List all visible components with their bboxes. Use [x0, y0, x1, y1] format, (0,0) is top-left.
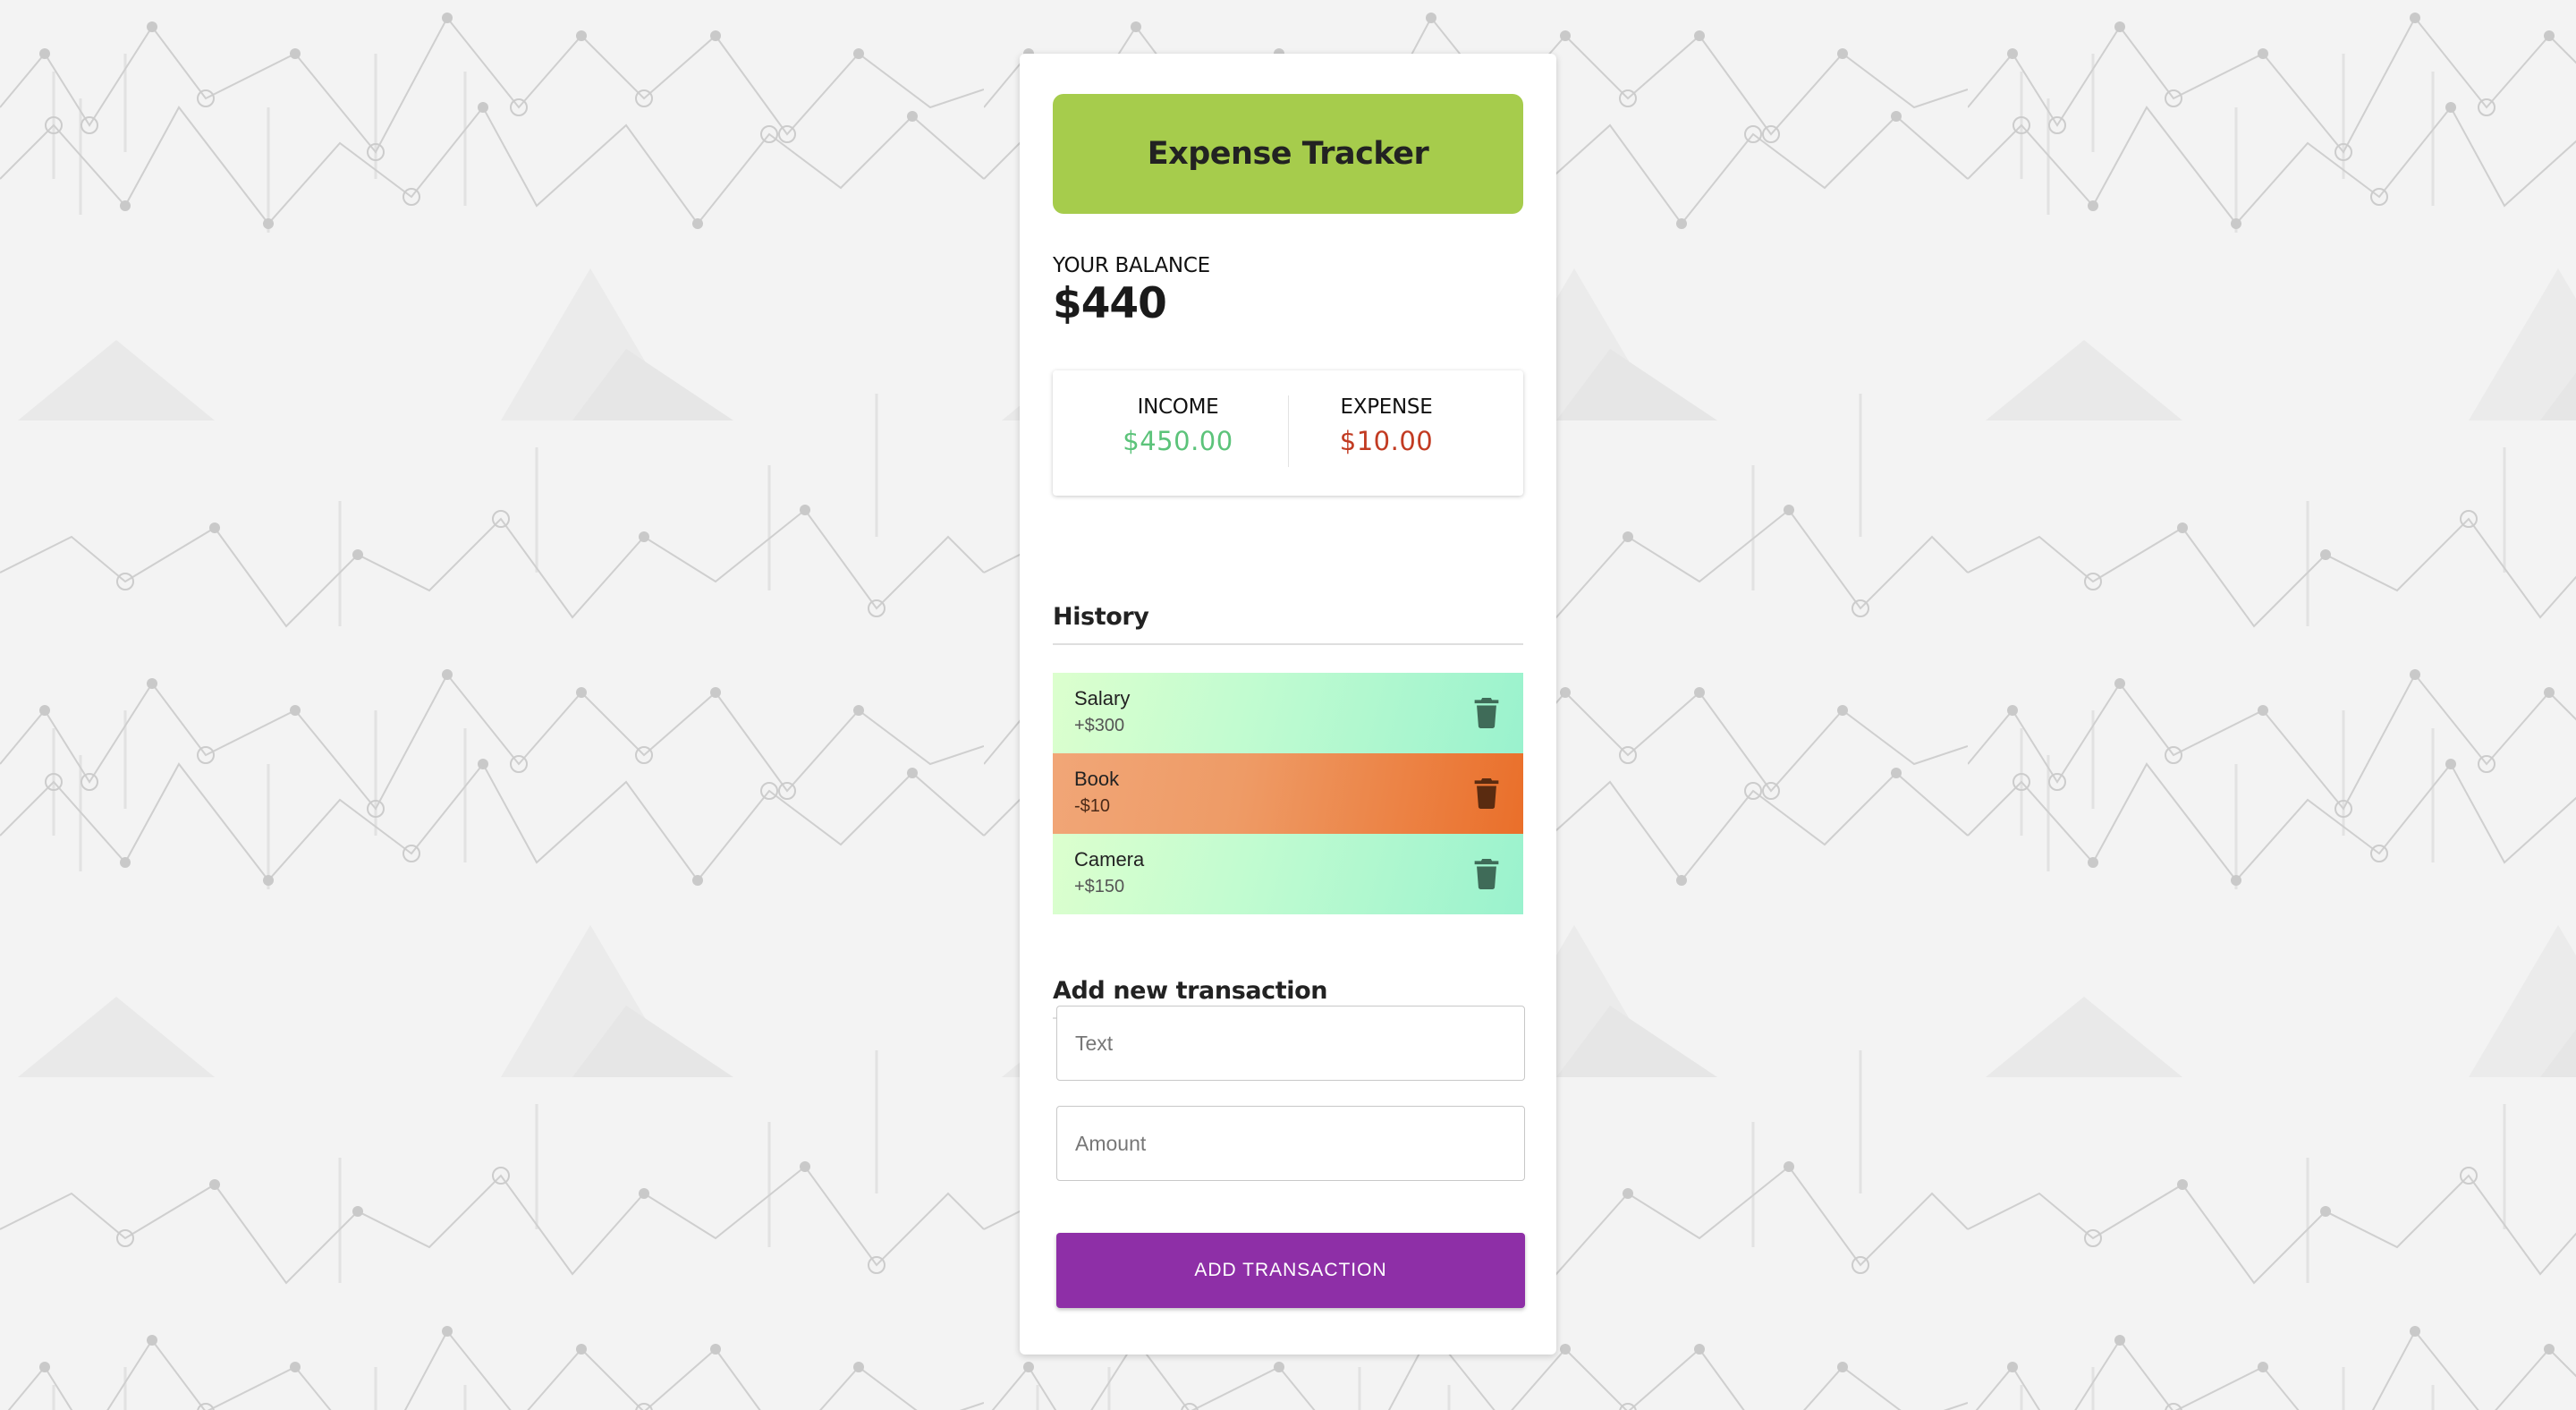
transaction-amount: +$300	[1074, 716, 1125, 735]
transaction-name: Book	[1074, 768, 1120, 790]
history-item: Book -$10	[1053, 753, 1523, 834]
income-column: INCOME $450.00	[1106, 395, 1250, 456]
expense-column: EXPENSE $10.00	[1315, 395, 1458, 456]
transaction-amount: +$150	[1074, 877, 1125, 896]
text-input[interactable]	[1056, 1006, 1525, 1081]
app-title: Expense Tracker	[1147, 136, 1429, 172]
expense-label: EXPENSE	[1340, 395, 1433, 419]
trash-icon[interactable]	[1473, 778, 1500, 809]
history-list: Salary +$300 Book -$10 Camera +$150	[1053, 673, 1523, 914]
trash-icon[interactable]	[1473, 698, 1500, 728]
transaction-amount: -$10	[1074, 796, 1111, 816]
history-item: Salary +$300	[1053, 673, 1523, 753]
transaction-name: Camera	[1074, 848, 1145, 871]
history-heading: History	[1053, 603, 1523, 645]
income-value: $450.00	[1123, 426, 1233, 456]
expense-value: $10.00	[1339, 426, 1434, 456]
income-label: INCOME	[1137, 395, 1219, 419]
income-expense-summary: INCOME $450.00 EXPENSE $10.00	[1053, 370, 1523, 496]
amount-input[interactable]	[1056, 1106, 1525, 1181]
balance-label: YOUR BALANCE	[1053, 254, 1210, 277]
expense-tracker-card: Expense Tracker YOUR BALANCE $440 INCOME…	[1020, 54, 1556, 1355]
add-transaction-button[interactable]: ADD TRANSACTION	[1056, 1233, 1525, 1308]
summary-divider	[1288, 395, 1289, 467]
balance-value: $440	[1053, 279, 1167, 328]
trash-icon[interactable]	[1473, 859, 1500, 889]
app-header: Expense Tracker	[1053, 94, 1523, 214]
history-item: Camera +$150	[1053, 834, 1523, 914]
transaction-name: Salary	[1074, 687, 1131, 709]
